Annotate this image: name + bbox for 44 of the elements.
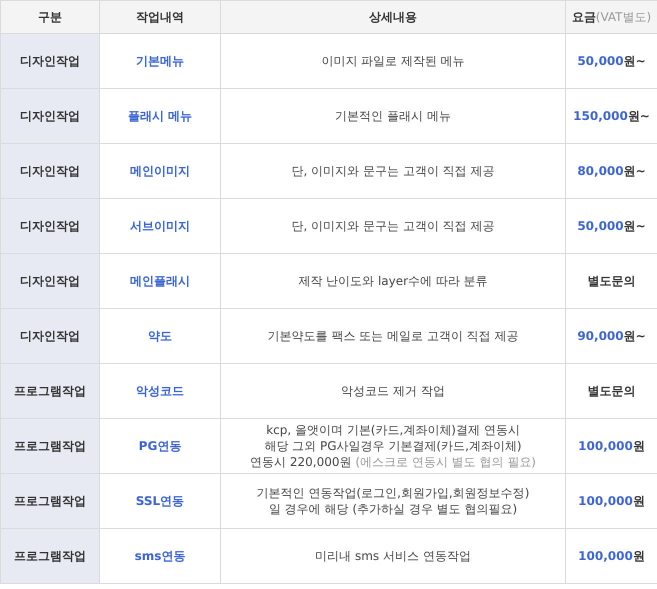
category-cell: 프로그램작업: [0, 474, 100, 528]
detail-cell: 단, 이미지와 문구는 고객이 직접 제공: [220, 198, 566, 254]
price-cell: 80,000원~: [566, 144, 657, 198]
price-cell: 50,000원~: [566, 198, 657, 254]
column-header: 요금(VAT별도): [566, 0, 657, 34]
detail-cell: 악성코드 제거 작업: [220, 364, 566, 418]
category-cell: 프로그램작업: [0, 418, 100, 474]
detail-cell: 미리내 sms 서비스 연동작업: [220, 528, 566, 584]
task-cell: 서브이미지: [100, 198, 220, 254]
task-cell: 약도: [100, 308, 220, 364]
task-cell: PG연동: [100, 418, 220, 474]
price-cell: 100,000원: [566, 528, 657, 584]
detail-cell: 기본적인 연동작업(로그인,회원가입,회원정보수정) 일 경우에 해당 (추가하실 경우 별도 협의필요): [220, 474, 566, 528]
category-cell: 디자인작업: [0, 144, 100, 198]
task-cell: sms연동: [100, 528, 220, 584]
category-cell: 프로그램작업: [0, 364, 100, 418]
detail-cell: 제작 난이도와 layer수에 따라 분류: [220, 254, 566, 308]
task-cell: 메인이미지: [100, 144, 220, 198]
task-cell: SSL연동: [100, 474, 220, 528]
task-cell: 메인플래시: [100, 254, 220, 308]
price-cell: 90,000원~: [566, 308, 657, 364]
task-cell: 기본메뉴: [100, 34, 220, 88]
detail-cell: 이미지 파일로 제작된 메뉴: [220, 34, 566, 88]
category-cell: 디자인작업: [0, 88, 100, 144]
price-cell: 50,000원~: [566, 34, 657, 88]
price-cell: 별도문의: [566, 254, 657, 308]
detail-cell: 기본약도를 팩스 또는 메일로 고객이 직접 제공: [220, 308, 566, 364]
detail-cell: 기본적인 플래시 메뉴: [220, 88, 566, 144]
column-header: 상세내용: [220, 0, 566, 34]
detail-cell: 단, 이미지와 문구는 고객이 직접 제공: [220, 144, 566, 198]
column-header: 작업내역: [100, 0, 220, 34]
category-cell: 디자인작업: [0, 254, 100, 308]
price-cell: 100,000원: [566, 418, 657, 474]
price-cell: 150,000원~: [566, 88, 657, 144]
detail-cell: kcp, 올앳이며 기본(카드,계좌이체)결제 연동시 해당 그외 PG사일경우 기본결제(카드,계좌이체) 연동시 220,000원 (에스크로 연동시 별도 협의 필요): [220, 418, 566, 474]
category-cell: 디자인작업: [0, 308, 100, 364]
category-cell: 디자인작업: [0, 198, 100, 254]
category-cell: 프로그램작업: [0, 528, 100, 584]
price-cell: 100,000원: [566, 474, 657, 528]
category-cell: 디자인작업: [0, 34, 100, 88]
task-cell: 악성코드: [100, 364, 220, 418]
task-cell: 플래시 메뉴: [100, 88, 220, 144]
price-cell: 별도문의: [566, 364, 657, 418]
column-header: 구분: [0, 0, 100, 34]
